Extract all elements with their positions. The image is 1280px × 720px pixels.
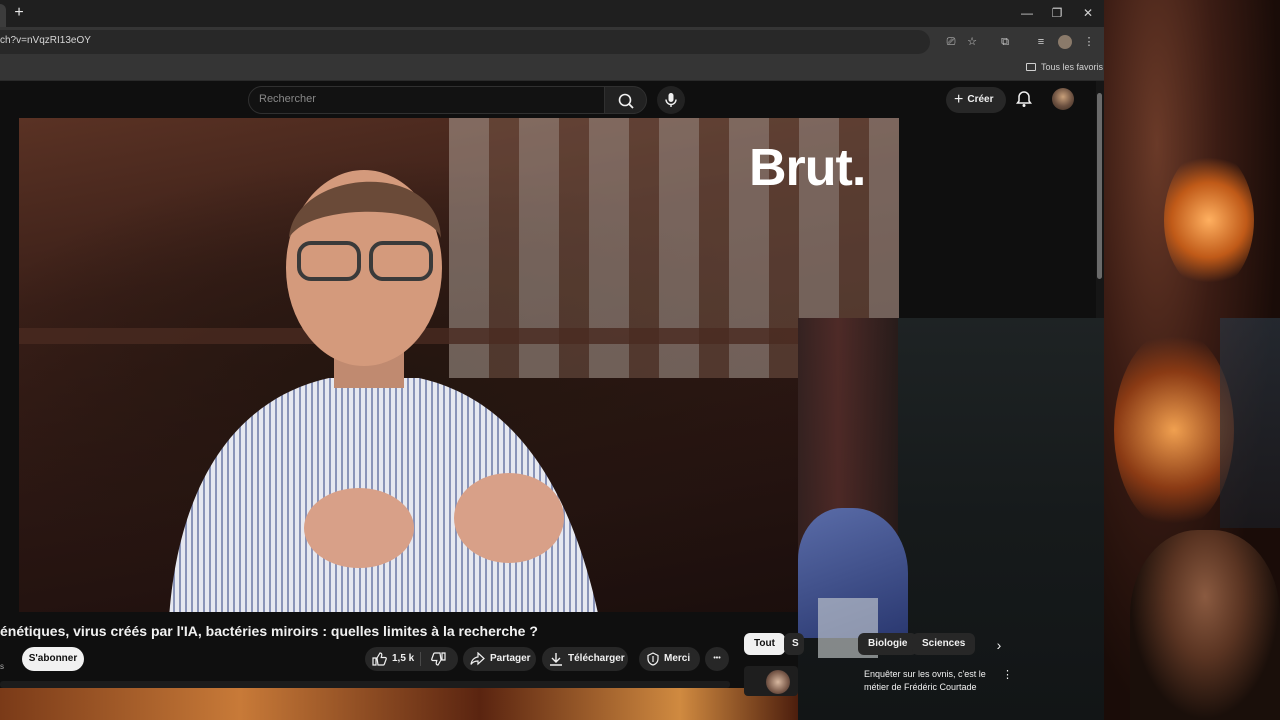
download-button[interactable]: Télécharger [542, 647, 628, 671]
webcam-person [1130, 530, 1280, 720]
mic-icon [665, 93, 677, 107]
like-count: 1,5 k [392, 653, 415, 664]
video-title: génétiques, virus créés par l'IA, bactér… [0, 623, 538, 639]
speaker-figure [169, 170, 598, 612]
thanks-label: Merci [664, 653, 691, 664]
create-button[interactable]: + Créer [946, 87, 1006, 113]
search-button[interactable] [604, 86, 647, 114]
download-label: Télécharger [568, 653, 625, 664]
browser-toolbar: ch?v=nVqzRI13eOY ⎚ ☆ ⧉ ≡ ⋮ [0, 27, 1104, 57]
chip-s[interactable]: S [784, 633, 804, 655]
like-button[interactable]: 1,5 k [365, 647, 420, 671]
more-actions-button[interactable]: ••• [705, 647, 729, 671]
menu-icon[interactable]: ⋮ [1082, 35, 1096, 49]
close-icon[interactable]: ✕ [1073, 4, 1103, 22]
chip-biology[interactable]: Biologie [858, 633, 918, 655]
related-more-button[interactable]: ⋮ [1002, 668, 1013, 681]
webcam-overlay [798, 318, 1104, 720]
like-dislike-group: 1,5 k [365, 647, 458, 671]
bell-icon [1016, 91, 1032, 107]
url-text: ch?v=nVqzRI13eOY [0, 35, 91, 46]
restore-icon[interactable]: ❐ [1042, 4, 1072, 22]
description-box-edge[interactable] [0, 681, 730, 688]
download-icon [550, 653, 562, 666]
thumbs-down-icon [431, 652, 446, 666]
plus-icon: + [954, 91, 964, 108]
star-icon[interactable]: ☆ [965, 35, 979, 49]
scrollbar-thumb[interactable] [1097, 93, 1102, 279]
chip-sciences[interactable]: Sciences [912, 633, 976, 655]
thanks-button[interactable]: Merci [639, 647, 700, 671]
minimize-icon[interactable]: — [1012, 4, 1042, 22]
bookmarks-bar: Tous les favoris [0, 57, 1104, 81]
search-input[interactable] [259, 93, 589, 105]
profile-icon[interactable] [1058, 35, 1072, 49]
all-bookmarks-folder[interactable]: Tous les favoris [1026, 62, 1103, 72]
share-icon [470, 652, 485, 666]
folder-icon [1026, 63, 1036, 71]
search-box[interactable] [248, 86, 605, 114]
search-icon [618, 93, 634, 109]
dislike-button[interactable] [421, 647, 458, 671]
video-player[interactable]: Brut. [19, 118, 899, 612]
new-tab-icon[interactable]: + [10, 4, 28, 22]
create-label: Créer [967, 94, 994, 105]
address-bar[interactable]: ch?v=nVqzRI13eOY [0, 30, 930, 54]
browser-tab[interactable] [0, 4, 6, 27]
subscribe-button[interactable]: S'abonner [22, 647, 84, 671]
thumbs-up-icon [372, 652, 387, 666]
bookmarks-folder-label: Tous les favoris [1041, 62, 1104, 72]
notifications-button[interactable] [1014, 89, 1034, 109]
chevron-right-icon[interactable]: › [990, 636, 1008, 654]
related-video-thumbnail[interactable] [744, 666, 798, 696]
brut-logo: Brut. [749, 139, 866, 197]
media-icon[interactable]: ≡ [1034, 35, 1048, 49]
desktop-wallpaper-bottom [0, 688, 800, 720]
wallpaper-panel [1220, 318, 1280, 528]
chip-all[interactable]: Tout [744, 633, 785, 655]
channel-info-fragment: s [0, 662, 4, 671]
share-label: Partager [490, 653, 531, 664]
video-title-text: énétiques, virus créés par l'IA, bactéri… [0, 623, 538, 639]
thanks-icon [647, 652, 659, 666]
voice-search-button[interactable] [657, 86, 685, 114]
install-icon[interactable]: ⎚ [944, 35, 958, 49]
youtube-header: +Créer [0, 81, 1096, 118]
browser-tab-bar: + — ❐ ✕ [0, 0, 1104, 27]
avatar[interactable] [1052, 88, 1074, 110]
related-video-title[interactable]: Enquêter sur les ovnis, c'est le métier … [864, 668, 994, 694]
extensions-icon[interactable]: ⧉ [998, 35, 1012, 49]
share-button[interactable]: Partager [463, 647, 536, 671]
